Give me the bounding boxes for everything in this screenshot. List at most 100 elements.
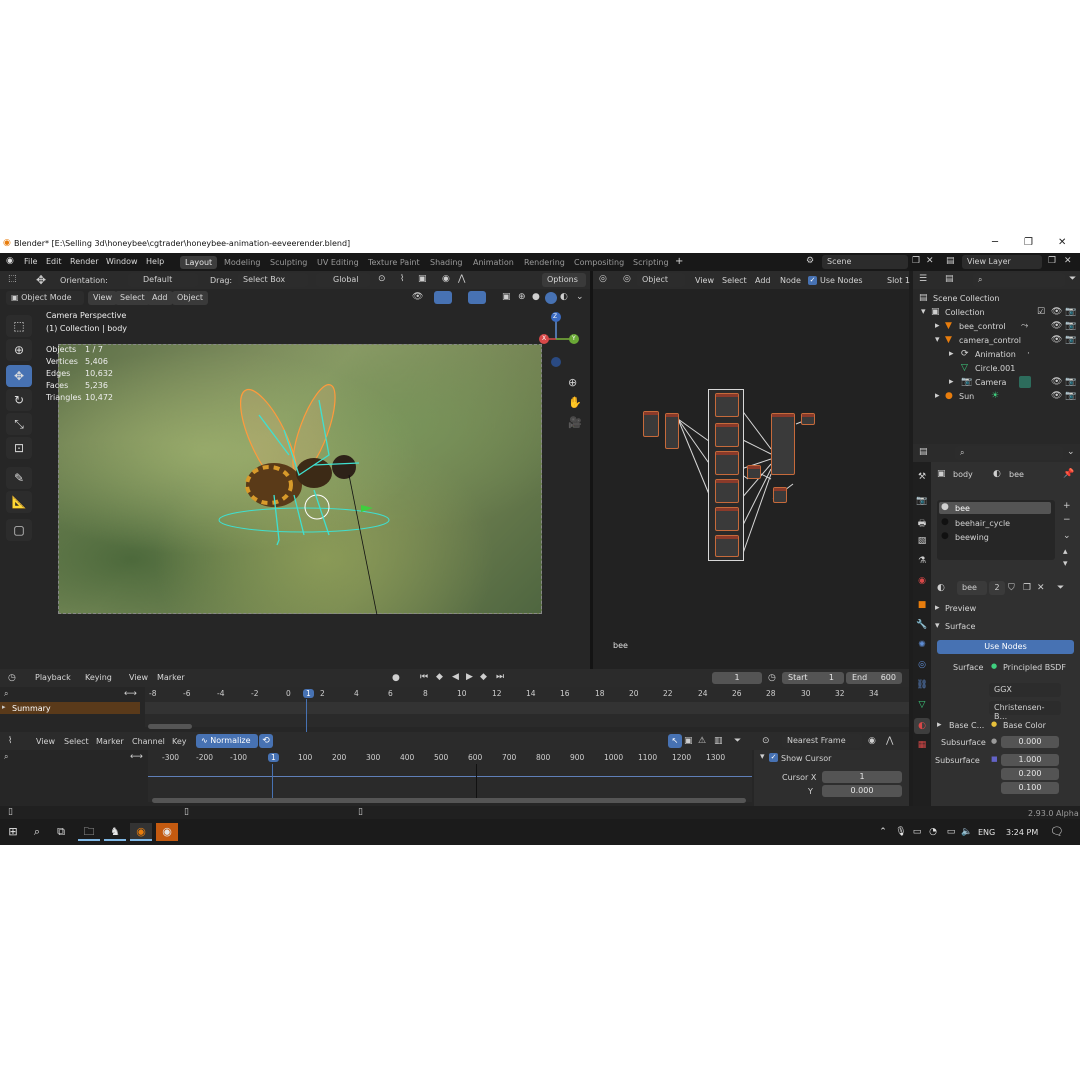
- outliner-row-collection[interactable]: ▾ ▣ Collection ☑ 👁 📷: [913, 305, 1080, 319]
- outliner-row-camera-control[interactable]: ▾ ▼ camera_control 👁 📷: [913, 333, 1080, 347]
- material-slot-beewing[interactable]: ● beewing: [939, 531, 1051, 543]
- node-menu-view[interactable]: View: [695, 276, 714, 285]
- delete-scene-icon[interactable]: ✕: [926, 257, 934, 266]
- use-nodes-button[interactable]: Use Nodes: [937, 640, 1074, 654]
- volume-icon[interactable]: 🔈: [956, 823, 978, 841]
- orientation-dropdown[interactable]: Default: [128, 273, 198, 287]
- render-camera-icon[interactable]: 📷: [1065, 378, 1076, 387]
- material-tab-icon[interactable]: ◐: [914, 718, 930, 734]
- expand-arrow-icon[interactable]: ▸: [949, 378, 954, 387]
- shader-type-dropdown[interactable]: Object: [637, 273, 685, 287]
- blender-menu-icon[interactable]: ◉: [6, 257, 14, 266]
- blender-console-taskbar-icon[interactable]: ◉: [156, 823, 178, 841]
- object-data-tab-icon[interactable]: ▽: [916, 700, 928, 712]
- shading-options-icon[interactable]: ⌄: [576, 293, 584, 302]
- mode-dropdown[interactable]: ▣ Object Mode: [6, 291, 84, 305]
- shader-node[interactable]: [773, 487, 787, 503]
- timeline-menu-keying[interactable]: Keying: [80, 671, 117, 685]
- proportional-edit-icon[interactable]: ◉: [868, 737, 876, 746]
- navigation-gizmo[interactable]: [528, 309, 588, 369]
- view-layer-tab-icon[interactable]: ▧: [916, 536, 928, 548]
- remove-slot-icon[interactable]: −: [1063, 516, 1071, 525]
- viewport-menu-object[interactable]: Object: [172, 291, 209, 305]
- unlink-material-icon[interactable]: ✕: [1037, 584, 1045, 593]
- material-slot-bee[interactable]: ● bee: [939, 502, 1051, 514]
- scene-tab-icon[interactable]: ⚗: [916, 556, 928, 568]
- render-camera-icon[interactable]: 📷: [1065, 336, 1076, 345]
- properties-type-icon[interactable]: ▤: [919, 448, 928, 457]
- move-slot-down-icon[interactable]: ▾: [1063, 560, 1068, 569]
- subsurface-radius-y[interactable]: 0.200: [1001, 768, 1059, 780]
- expand-arrow-icon[interactable]: ▸: [949, 350, 954, 359]
- graph-scrollbar[interactable]: [152, 798, 746, 803]
- rotate-tool-button[interactable]: ↻: [6, 389, 32, 411]
- cursor-tool-button[interactable]: ⊕: [6, 339, 32, 361]
- falloff-icon[interactable]: ⋀: [458, 275, 465, 284]
- shader-node[interactable]: [747, 465, 761, 479]
- shader-node[interactable]: [715, 507, 739, 531]
- pin-icon[interactable]: 📌: [1063, 470, 1074, 479]
- ghost-curves-icon[interactable]: ▥: [714, 737, 723, 746]
- tab-scripting[interactable]: Scripting: [628, 256, 674, 269]
- cursor-x-field[interactable]: 1: [822, 771, 902, 783]
- surface-panel-header[interactable]: Surface: [945, 622, 975, 631]
- menu-window[interactable]: Window: [106, 257, 138, 266]
- tab-layout[interactable]: Layout: [180, 256, 218, 269]
- new-scene-icon[interactable]: ❐: [912, 257, 920, 266]
- exclude-checkbox-icon[interactable]: ☑: [1037, 308, 1045, 317]
- transform-tool-button[interactable]: ⊡: [6, 437, 32, 459]
- rendered-shading-icon[interactable]: ◐: [560, 293, 568, 302]
- properties-options-icon[interactable]: ⌄: [1067, 448, 1075, 457]
- menu-file[interactable]: File: [24, 257, 37, 266]
- base-color-link[interactable]: Base Color: [1003, 721, 1046, 730]
- proportional-edit-icon[interactable]: ◉: [442, 275, 450, 284]
- duplicate-material-icon[interactable]: ❐: [1023, 584, 1031, 593]
- taskbar-search-icon[interactable]: ⌕: [26, 823, 48, 841]
- scene-selector[interactable]: Scene: [822, 255, 908, 269]
- tab-rendering[interactable]: Rendering: [519, 256, 570, 269]
- overlay-toggle-button[interactable]: [468, 291, 486, 304]
- tool-tab-icon[interactable]: ⚒: [916, 472, 928, 484]
- solid-shading-icon[interactable]: ●: [532, 293, 540, 302]
- view-layer-selector[interactable]: View Layer: [962, 255, 1042, 269]
- principled-bsdf-node[interactable]: [771, 413, 795, 475]
- snap-icon[interactable]: ⌇: [400, 275, 404, 284]
- add-cube-tool-button[interactable]: ▢: [6, 519, 32, 541]
- playhead-line[interactable]: [306, 699, 307, 732]
- filter-icon[interactable]: ⏷: [734, 737, 741, 746]
- material-name-field[interactable]: bee: [957, 581, 987, 595]
- play-icon[interactable]: ▶: [466, 673, 473, 682]
- expand-input-icon[interactable]: ▸: [937, 721, 942, 730]
- graph-current-frame-marker[interactable]: 1: [268, 753, 279, 762]
- shader-node[interactable]: [715, 423, 739, 447]
- physics-tab-icon[interactable]: ◎: [916, 660, 928, 672]
- add-workspace-button[interactable]: +: [675, 256, 683, 267]
- tab-sculpting[interactable]: Sculpting: [265, 256, 312, 269]
- outliner-type-icon[interactable]: ☰: [919, 275, 927, 284]
- gizmo-toggle-button[interactable]: [434, 291, 452, 304]
- editor-type-icon[interactable]: ⬚: [8, 275, 17, 284]
- summary-channel[interactable]: ▸ Summary: [0, 702, 140, 714]
- jump-start-icon[interactable]: ⏮: [420, 673, 428, 682]
- material-shading-icon[interactable]: [545, 292, 557, 304]
- panel-expand-icon[interactable]: ▾: [935, 622, 940, 631]
- clock[interactable]: 3:24 PM: [1006, 828, 1038, 837]
- tab-texture-paint[interactable]: Texture Paint: [363, 256, 425, 269]
- expand-arrow-icon[interactable]: ▾: [935, 336, 940, 345]
- tab-uv-editing[interactable]: UV Editing: [312, 256, 364, 269]
- surface-shader-value[interactable]: Principled BSDF: [1003, 663, 1066, 672]
- timeline-menu-playback[interactable]: Playback: [30, 671, 76, 685]
- scale-tool-button[interactable]: ⤡: [6, 413, 32, 435]
- shader-node[interactable]: [715, 451, 739, 475]
- pan-hand-icon[interactable]: ✋: [568, 397, 582, 408]
- expand-arrow-icon[interactable]: ▸: [935, 322, 940, 331]
- transform-orientation-dropdown[interactable]: Global: [316, 273, 370, 287]
- options-button[interactable]: Options: [542, 273, 586, 287]
- viewport-menu-select[interactable]: Select: [115, 291, 150, 305]
- fcurve-line[interactable]: [148, 776, 752, 777]
- measure-tool-button[interactable]: 📐: [6, 491, 32, 513]
- shader-node[interactable]: [715, 393, 739, 417]
- annotate-tool-button[interactable]: ✎: [6, 467, 32, 489]
- move-tool-button[interactable]: ✥: [6, 365, 32, 387]
- timeline-menu-view[interactable]: View: [124, 671, 153, 685]
